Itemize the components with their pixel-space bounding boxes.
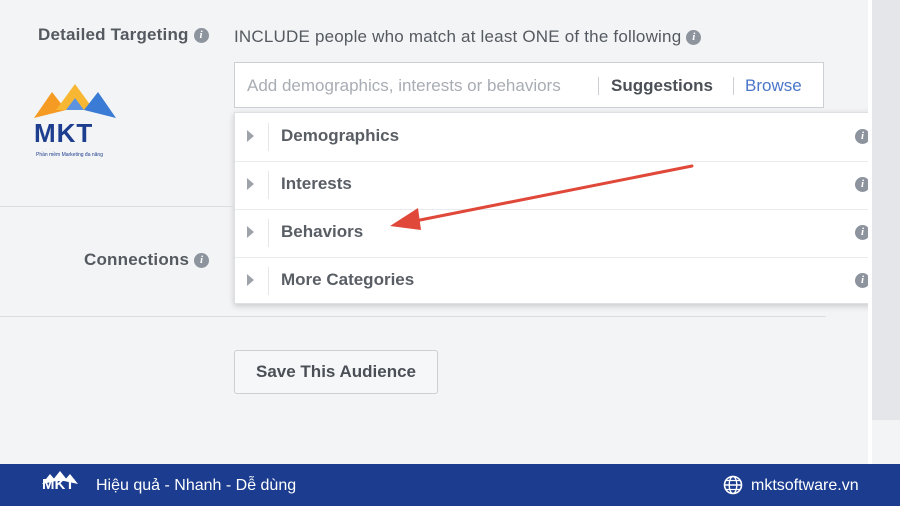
footer-website-link[interactable]: mktsoftware.vn: [751, 477, 859, 495]
section-divider: [0, 316, 826, 317]
dropdown-item-label: More Categories: [281, 270, 415, 289]
suggestions-link[interactable]: Suggestions: [611, 76, 713, 96]
dropdown-item-behaviors[interactable]: Behaviors i: [235, 209, 884, 258]
footer-bar: MKT Hiệu quả - Nhanh - Dễ dùng mktsoftwa…: [0, 464, 900, 506]
scrollbar[interactable]: [872, 0, 900, 420]
logo-subtitle: Phần mềm Marketing đa năng: [36, 152, 103, 158]
globe-icon: [723, 475, 743, 495]
dropdown-item-label: Demographics: [281, 126, 400, 145]
section-divider: [0, 206, 234, 207]
connections-label: Connections i: [84, 250, 210, 270]
dropdown-item-interests[interactable]: Interests i: [235, 161, 884, 210]
info-icon[interactable]: i: [193, 28, 209, 44]
dropdown-item-more-categories[interactable]: More Categories i: [235, 257, 884, 305]
dropdown-item-demographics[interactable]: Demographics i: [235, 113, 884, 162]
footer-tagline: Hiệu quả - Nhanh - Dễ dùng: [96, 477, 297, 494]
targeting-search-box[interactable]: Add demographics, interests or behaviors…: [234, 62, 824, 108]
targeting-search-input[interactable]: Add demographics, interests or behaviors: [247, 76, 561, 96]
footer-logo-text: MKT: [42, 476, 75, 493]
browse-link[interactable]: Browse: [745, 76, 802, 96]
expand-arrow-icon[interactable]: [247, 226, 254, 238]
info-icon[interactable]: i: [194, 253, 210, 269]
separator: [733, 77, 734, 95]
expand-arrow-icon[interactable]: [247, 130, 254, 142]
dropdown-item-label: Behaviors: [281, 222, 364, 241]
divider: [268, 171, 269, 199]
separator: [598, 77, 599, 95]
save-audience-button[interactable]: Save This Audience: [234, 350, 438, 394]
expand-arrow-icon[interactable]: [247, 274, 254, 286]
divider: [268, 123, 269, 151]
expand-arrow-icon[interactable]: [247, 178, 254, 190]
detailed-targeting-label: Detailed Targeting i: [38, 25, 209, 45]
include-description: INCLUDE people who match at least ONE of…: [234, 27, 702, 47]
browse-dropdown: Demographics i Interests i Behaviors i M…: [234, 112, 885, 304]
divider: [268, 219, 269, 247]
include-description-text: INCLUDE people who match at least ONE of…: [234, 27, 682, 46]
detailed-targeting-text: Detailed Targeting: [38, 25, 189, 44]
info-icon[interactable]: i: [686, 30, 702, 46]
divider: [268, 267, 269, 295]
connections-text: Connections: [84, 250, 190, 269]
ad-audience-panel: Detailed Targeting i INCLUDE people who m…: [0, 0, 885, 464]
dropdown-item-label: Interests: [281, 174, 352, 193]
logo-text: MKT: [34, 118, 94, 148]
